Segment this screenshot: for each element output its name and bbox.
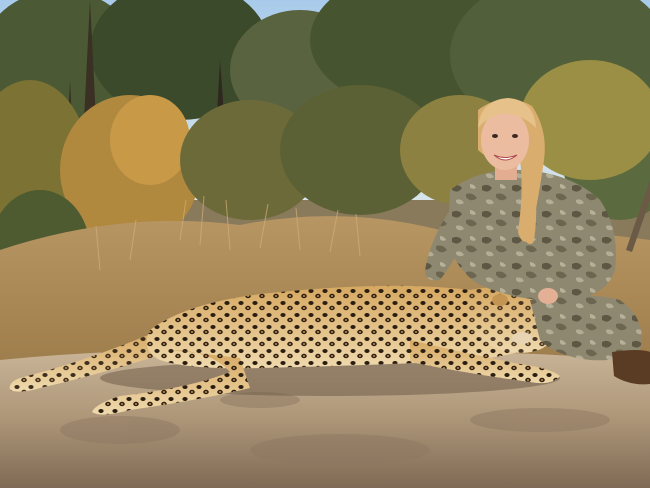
photo-canvas [0,0,650,488]
photo-scene [0,0,650,488]
